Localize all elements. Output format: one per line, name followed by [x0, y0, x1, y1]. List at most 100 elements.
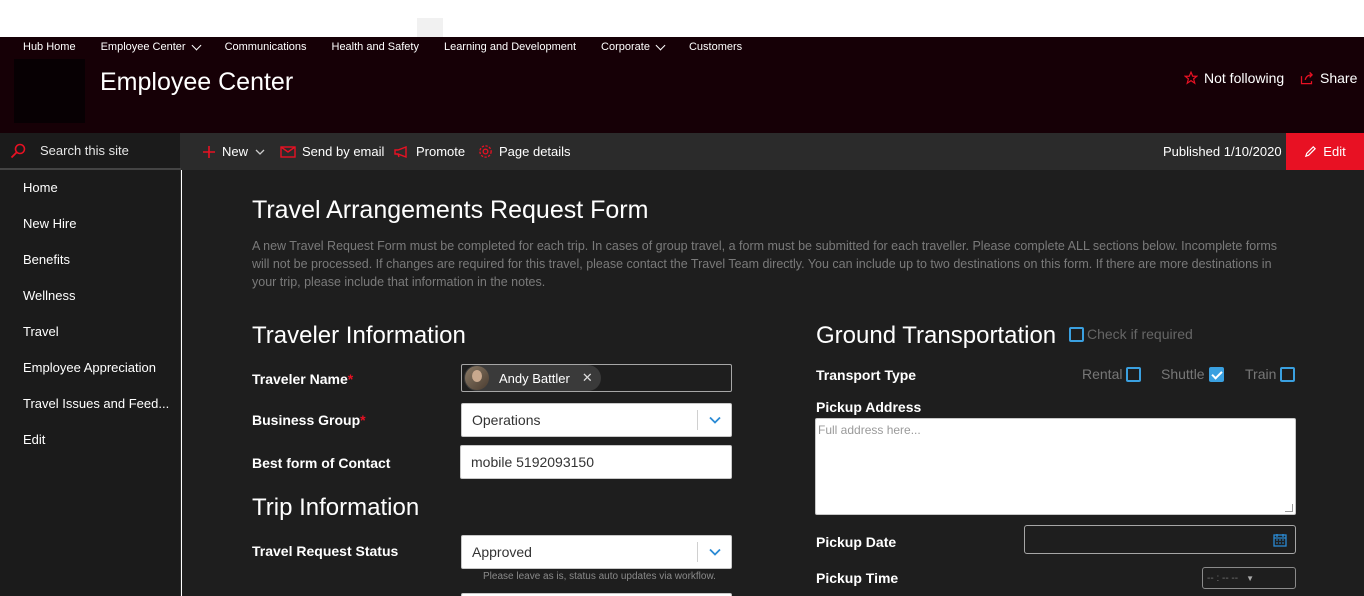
contact-label: Best form of Contact — [252, 455, 391, 471]
share-icon — [1300, 71, 1314, 85]
status-value: Approved — [472, 544, 532, 560]
command-bar: New Send by email Promote Page details P… — [181, 133, 1364, 170]
pickup-address-textarea[interactable]: Full address here... — [815, 418, 1296, 515]
business-group-value: Operations — [472, 412, 541, 428]
hub-nav-label: Customers — [688, 41, 743, 53]
send-by-email-button[interactable]: Send by email — [280, 133, 384, 170]
chevron-down-icon — [698, 548, 731, 556]
status-label: Travel Request Status — [252, 543, 399, 559]
contact-input[interactable]: mobile 5192093150 — [460, 445, 732, 479]
share-label: Share — [1320, 70, 1358, 86]
megaphone-icon — [394, 145, 407, 158]
published-status: Published 1/10/2020 — [1163, 144, 1282, 159]
page-details-label: Page details — [499, 144, 571, 159]
search-icon — [10, 143, 26, 158]
share-button[interactable]: Share — [1299, 70, 1357, 86]
hub-nav-employee-center[interactable]: Employee Center — [101, 40, 202, 53]
chevron-down-icon — [191, 40, 202, 50]
hub-nav-label: Corporate — [601, 41, 650, 53]
chevron-down-icon — [655, 40, 666, 50]
business-group-label-text: Business Group — [252, 412, 361, 428]
traveler-name-picker[interactable]: Andy Battler ✕ — [461, 364, 732, 392]
promote-button[interactable]: Promote — [394, 133, 465, 170]
train-checkbox[interactable] — [1280, 366, 1296, 382]
mail-icon — [280, 145, 296, 158]
hub-nav-customers[interactable]: Customers — [689, 41, 742, 53]
send-by-email-label: Send by email — [302, 144, 385, 159]
hub-nav-hub-home[interactable]: Hub Home — [23, 41, 76, 53]
nav-item-employee-appreciation[interactable]: Employee Appreciation — [0, 350, 181, 386]
pencil-icon — [1305, 146, 1317, 158]
nav-item-edit[interactable]: Edit — [0, 422, 181, 458]
promote-label: Promote — [416, 144, 466, 159]
chevron-down-icon — [255, 149, 265, 155]
page-canvas: Travel Arrangements Request Form A new T… — [182, 170, 1364, 596]
option-train[interactable]: Train — [1245, 366, 1296, 382]
left-navigation: Search this site Home New Hire Benefits … — [0, 133, 181, 596]
pickup-date-input[interactable] — [1024, 525, 1296, 554]
nav-item-home[interactable]: Home — [0, 170, 181, 206]
business-group-label: Business Group* — [252, 412, 366, 428]
traveler-section-title: Traveler Information — [252, 322, 466, 349]
calendar-icon[interactable] — [1273, 533, 1287, 547]
nav-item-travel[interactable]: Travel — [0, 314, 181, 350]
pickup-address-placeholder: Full address here... — [818, 423, 921, 437]
option-rental[interactable]: Rental — [1082, 366, 1142, 382]
nav-item-travel-issues[interactable]: Travel Issues and Feed... — [0, 386, 181, 422]
browser-top-strip — [0, 0, 1364, 37]
option-shuttle-label: Shuttle — [1161, 366, 1205, 382]
status-dropdown[interactable]: Approved — [461, 535, 732, 569]
traveler-name-label-text: Traveler Name — [252, 371, 348, 387]
hub-nav-label: Hub Home — [23, 41, 76, 53]
business-group-dropdown[interactable]: Operations — [461, 403, 732, 437]
check-if-required[interactable]: Check if required — [1069, 326, 1193, 342]
required-marker: * — [347, 371, 354, 387]
chevron-down-icon: ▼ — [1246, 573, 1255, 583]
site-header: Hub Home Employee Center Communications … — [0, 37, 1364, 133]
person-name: Andy Battler — [499, 370, 570, 386]
search-box[interactable]: Search this site — [0, 133, 181, 170]
edit-button[interactable]: Edit — [1286, 133, 1364, 170]
hub-nav-label: Learning and Development — [443, 41, 577, 53]
pickup-date-label: Pickup Date — [816, 534, 897, 550]
avatar — [465, 366, 489, 390]
hub-nav-learning-and-development[interactable]: Learning and Development — [444, 41, 576, 53]
trip-section-title: Trip Information — [252, 494, 420, 521]
resize-handle[interactable] — [1285, 504, 1293, 512]
nav-item-benefits[interactable]: Benefits — [0, 242, 181, 278]
hub-nav-communications[interactable]: Communications — [225, 41, 307, 53]
search-placeholder: Search this site — [40, 143, 129, 158]
shuttle-checkbox[interactable] — [1208, 366, 1224, 382]
nav-item-wellness[interactable]: Wellness — [0, 278, 181, 314]
site-logo[interactable] — [14, 59, 85, 123]
edit-label: Edit — [1323, 144, 1346, 159]
page-details-button[interactable]: Page details — [478, 133, 571, 170]
status-hint: Please leave as is, status auto updates … — [483, 571, 716, 582]
quick-launch: Home New Hire Benefits Wellness Travel E… — [0, 170, 181, 458]
required-checkbox[interactable] — [1069, 326, 1084, 342]
new-button[interactable]: New — [202, 133, 265, 170]
traveler-name-label: Traveler Name* — [252, 371, 353, 387]
rental-checkbox[interactable] — [1126, 366, 1142, 382]
new-label: New — [222, 144, 249, 159]
plus-icon — [203, 145, 215, 158]
hub-nav-label: Health and Safety — [331, 41, 419, 53]
form-intro: A new Travel Request Form must be comple… — [252, 239, 1278, 289]
remove-person-icon[interactable]: ✕ — [582, 370, 593, 386]
hub-nav-label: Communications — [224, 41, 307, 53]
pickup-time-label: Pickup Time — [816, 570, 899, 586]
nav-item-new-hire[interactable]: New Hire — [0, 206, 181, 242]
site-title[interactable]: Employee Center — [100, 68, 293, 97]
pickup-time-input[interactable]: -- : -- -- ▼ — [1202, 567, 1296, 589]
hub-nav-health-and-safety[interactable]: Health and Safety — [332, 41, 419, 53]
top-placeholder — [417, 18, 443, 37]
pickup-time-placeholder: -- : -- -- — [1207, 572, 1239, 584]
option-shuttle[interactable]: Shuttle — [1161, 366, 1224, 382]
star-icon — [1184, 71, 1198, 85]
follow-button[interactable]: Not following — [1184, 70, 1284, 86]
person-pill: Andy Battler ✕ — [464, 365, 601, 391]
check-if-required-label: Check if required — [1087, 326, 1193, 342]
required-marker: * — [360, 412, 366, 428]
hub-nav-corporate[interactable]: Corporate — [601, 40, 666, 53]
ground-section-title: Ground Transportation — [816, 322, 1057, 349]
